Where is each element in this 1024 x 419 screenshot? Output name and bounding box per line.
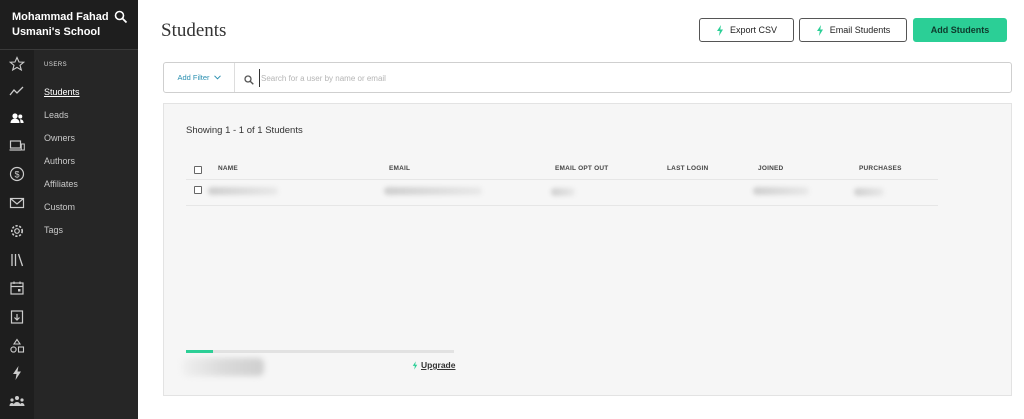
nav-item-tags[interactable]: Tags [44, 225, 63, 235]
dollar-icon[interactable]: $ [9, 166, 25, 182]
add-filter-label: Add Filter [177, 73, 210, 82]
export-csv-label: Export CSV [729, 25, 778, 35]
nav-item-students[interactable]: Students [44, 87, 80, 97]
usage-progress-bar [186, 350, 454, 353]
download-doc-icon[interactable] [9, 309, 25, 325]
gear-icon[interactable] [9, 223, 25, 239]
star-icon[interactable] [9, 56, 25, 72]
export-csv-button[interactable]: Export CSV [699, 18, 794, 42]
redacted-name [208, 187, 278, 195]
sidebar: Mohammad Fahad Usmani's School $ USERS S… [0, 0, 138, 419]
redacted-purchases [854, 188, 884, 196]
icon-rail: $ [0, 50, 34, 419]
search-bar: Add Filter [163, 62, 1012, 93]
add-filter-dropdown[interactable]: Add Filter [164, 63, 235, 92]
results-count: Showing 1 - 1 of 1 Students [186, 125, 303, 136]
bolt-icon [816, 24, 823, 36]
row-checkbox[interactable] [194, 186, 202, 194]
devices-icon[interactable] [9, 138, 25, 154]
page-title: Students [161, 20, 227, 41]
shapes-icon[interactable] [9, 338, 25, 354]
column-header-last-login[interactable]: LAST LOGIN [667, 165, 708, 172]
column-header-joined[interactable]: JOINED [758, 165, 783, 172]
svg-text:$: $ [14, 169, 19, 179]
column-header-email-opt-out[interactable]: EMAIL OPT OUT [555, 165, 608, 172]
library-icon[interactable] [9, 252, 25, 268]
nav-section-label: USERS [44, 62, 68, 68]
users-nav: USERS Students Leads Owners Authors Affi… [34, 50, 138, 419]
usage-progress-fill [186, 350, 213, 353]
column-header-purchases[interactable]: PURCHASES [859, 165, 902, 172]
users-icon[interactable] [9, 110, 25, 126]
nav-item-authors[interactable]: Authors [44, 156, 75, 166]
search-icon [244, 72, 254, 85]
chevron-down-icon [213, 75, 221, 80]
search-icon[interactable] [114, 10, 128, 24]
column-header-name[interactable]: NAME [218, 165, 238, 172]
redacted-email [384, 187, 482, 195]
school-name: Mohammad Fahad Usmani's School [12, 11, 109, 38]
redacted-opt-out [551, 188, 575, 196]
redacted-joined [753, 187, 809, 195]
trend-icon[interactable] [9, 83, 25, 99]
app-window: Mohammad Fahad Usmani's School $ USERS S… [0, 0, 1024, 419]
nav-item-leads[interactable]: Leads [44, 110, 69, 120]
select-all-checkbox[interactable] [194, 166, 202, 174]
community-icon[interactable] [9, 393, 25, 409]
add-students-label: Add Students [930, 25, 990, 35]
table-row[interactable] [186, 181, 938, 206]
upgrade-link[interactable]: Upgrade [412, 360, 455, 370]
add-students-button[interactable]: Add Students [913, 18, 1007, 42]
students-panel: Showing 1 - 1 of 1 Students NAME EMAIL E… [163, 103, 1012, 396]
column-header-email[interactable]: EMAIL [389, 165, 410, 172]
mail-icon[interactable] [9, 195, 25, 211]
email-students-label: Email Students [829, 25, 891, 35]
nav-item-custom[interactable]: Custom [44, 202, 75, 212]
email-students-button[interactable]: Email Students [799, 18, 907, 42]
school-header: Mohammad Fahad Usmani's School [0, 0, 138, 50]
search-input[interactable] [259, 69, 979, 87]
upgrade-label: Upgrade [421, 360, 456, 370]
bolt-icon [412, 360, 418, 370]
nav-item-owners[interactable]: Owners [44, 133, 75, 143]
redacted-usage-text [182, 358, 264, 376]
bolt-icon [716, 24, 723, 36]
nav-item-affiliates[interactable]: Affiliates [44, 179, 78, 189]
calendar-icon[interactable] [9, 280, 25, 296]
table-header: NAME EMAIL EMAIL OPT OUT LAST LOGIN JOIN… [186, 162, 938, 180]
bolt-icon[interactable] [9, 365, 25, 381]
